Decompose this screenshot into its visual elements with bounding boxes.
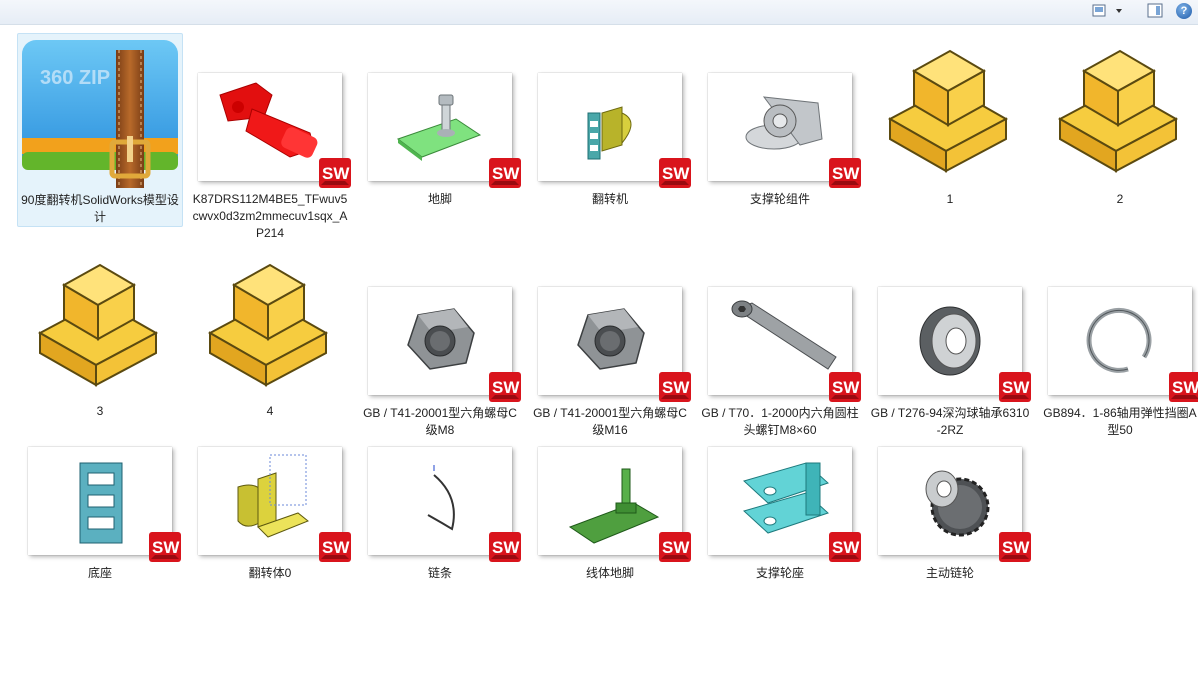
solidworks-badge-icon: SW [998, 371, 1032, 403]
file-item[interactable]: SW 链条 [358, 441, 522, 591]
file-name: GB894．1-86轴用弹性挡圈A型50 [1043, 406, 1197, 437]
file-item[interactable]: SW 线体地脚 [528, 441, 692, 591]
sw-badge-text: SW [662, 378, 690, 397]
yellow-part-block-icon [1054, 43, 1184, 173]
thumbnail: SW [538, 287, 691, 402]
thumbnail: SW [368, 73, 521, 188]
file-item[interactable]: SW 地脚 [358, 67, 522, 227]
file-item[interactable]: 4 [188, 251, 352, 431]
yellow-part-block-icon [204, 257, 334, 387]
file-name: K87DRS112M4BE5_TFwuv5cwvx0d3zm2mmecuv1sq… [192, 192, 348, 240]
thumbnail: SW [368, 447, 521, 562]
sw-badge-text: SW [1172, 378, 1198, 397]
help-button[interactable]: ? [1174, 2, 1194, 20]
sw-badge-text: SW [832, 538, 860, 557]
file-name: 地脚 [427, 192, 452, 206]
file-item[interactable]: 1 [868, 37, 1032, 217]
file-name: GB / T70．1-2000内六角圆柱头螺钉M8×60 [701, 406, 859, 437]
file-name: GB / T41-20001型六角螺母C级M16 [533, 406, 687, 437]
view-mode-icon [1092, 4, 1122, 17]
sw-badge-text: SW [1002, 378, 1030, 397]
file-name: 90度翻转机SolidWorks模型设计 [21, 193, 179, 224]
file-name: 支撑轮座 [755, 566, 804, 580]
sw-badge-text: SW [322, 164, 350, 183]
file-name: 1 [946, 192, 954, 206]
sw-badge-text: SW [662, 538, 690, 557]
sw-badge-text: SW [1002, 538, 1030, 557]
zip-text: 360 ZIP [40, 67, 110, 89]
file-name: 链条 [427, 566, 452, 580]
file-name: 翻转机 [591, 192, 628, 206]
sw-badge-text: SW [152, 538, 180, 557]
sw-badge-text: SW [322, 538, 350, 557]
file-item[interactable]: SW K87DRS112M4BE5_TFwuv5cwvx0d3zm2mmecuv… [188, 67, 352, 257]
file-item[interactable]: SW GB / T41-20001型六角螺母C级M8 [358, 281, 522, 441]
file-item[interactable]: SW 翻转体0 [188, 441, 352, 591]
file-name: GB / T41-20001型六角螺母C级M8 [363, 406, 517, 437]
file-name: 2 [1116, 192, 1124, 206]
solidworks-badge-icon: SW [148, 531, 182, 563]
sw-badge-text: SW [492, 378, 520, 397]
file-name: 3 [96, 404, 104, 418]
file-name: 支撑轮组件 [749, 192, 810, 206]
file-name: 翻转体0 [248, 566, 292, 580]
file-item[interactable]: 3 [18, 251, 182, 431]
thumbnail: SW [708, 447, 861, 562]
thumbnail: SW [1048, 287, 1198, 402]
toolbar: ? [0, 0, 1198, 25]
thumbnail: SW [878, 447, 1031, 562]
solidworks-badge-icon: SW [1168, 371, 1198, 403]
file-name: 主动链轮 [925, 566, 974, 580]
file-item[interactable]: SW 支撑轮组件 [698, 67, 862, 227]
file-name: 4 [266, 404, 274, 418]
file-item[interactable]: SW GB / T41-20001型六角螺母C级M16 [528, 281, 692, 441]
sw-badge-text: SW [492, 538, 520, 557]
file-item[interactable]: SW 主动链轮 [868, 441, 1032, 591]
thumbnail: SW [538, 447, 691, 562]
file-item[interactable]: SW GB / T276-94深沟球轴承6310-2RZ [868, 281, 1032, 441]
solidworks-badge-icon: SW [318, 531, 352, 563]
view-mode-button[interactable] [1090, 2, 1126, 20]
thumbnail: SW [198, 73, 351, 188]
file-name: GB / T276-94深沟球轴承6310-2RZ [870, 406, 1030, 437]
file-item[interactable]: 360 ZIP 90度翻转机SolidWorks模型设计 [17, 33, 183, 227]
solidworks-badge-icon: SW [488, 531, 522, 563]
file-item[interactable]: SW 底座 [18, 441, 182, 591]
thumbnail: SW [708, 287, 861, 402]
file-item[interactable]: SW 支撑轮座 [698, 441, 862, 591]
file-item[interactable]: SW GB894．1-86轴用弹性挡圈A型50 [1038, 281, 1198, 441]
thumbnail: SW [368, 287, 521, 402]
file-name: 底座 [87, 566, 112, 580]
solidworks-badge-icon: SW [488, 157, 522, 189]
solidworks-badge-icon: SW [828, 371, 862, 403]
thumbnail: SW [878, 287, 1031, 402]
solidworks-badge-icon: SW [658, 157, 692, 189]
preview-pane-button[interactable] [1144, 2, 1166, 20]
thumbnail: SW [538, 73, 691, 188]
sw-badge-text: SW [832, 164, 860, 183]
solidworks-badge-icon: SW [488, 371, 522, 403]
help-icon: ? [1176, 3, 1192, 19]
file-name: 线体地脚 [585, 566, 634, 580]
file-item[interactable]: SW 翻转机 [528, 67, 692, 227]
solidworks-badge-icon: SW [828, 531, 862, 563]
yellow-part-block-icon [34, 257, 164, 387]
yellow-part-block-icon [884, 43, 1014, 173]
file-item[interactable]: 2 [1038, 37, 1198, 217]
sw-badge-text: SW [662, 164, 690, 183]
preview-pane-icon [1147, 3, 1163, 18]
solidworks-badge-icon: SW [828, 157, 862, 189]
solidworks-badge-icon: SW [658, 531, 692, 563]
file-list: 360 ZIP 90度翻转机SolidWorks模型设计 SW K87DRS11… [0, 25, 1198, 700]
sw-badge-text: SW [492, 164, 520, 183]
sw-badge-text: SW [832, 378, 860, 397]
file-item[interactable]: SW GB / T70．1-2000内六角圆柱头螺钉M8×60 [698, 281, 862, 441]
solidworks-badge-icon: SW [318, 157, 352, 189]
thumbnail: SW [28, 447, 181, 562]
thumbnail: SW [198, 447, 351, 562]
thumbnail: SW [708, 73, 861, 188]
360zip-archive-icon: 360 ZIP [18, 34, 182, 194]
solidworks-badge-icon: SW [658, 371, 692, 403]
solidworks-badge-icon: SW [998, 531, 1032, 563]
